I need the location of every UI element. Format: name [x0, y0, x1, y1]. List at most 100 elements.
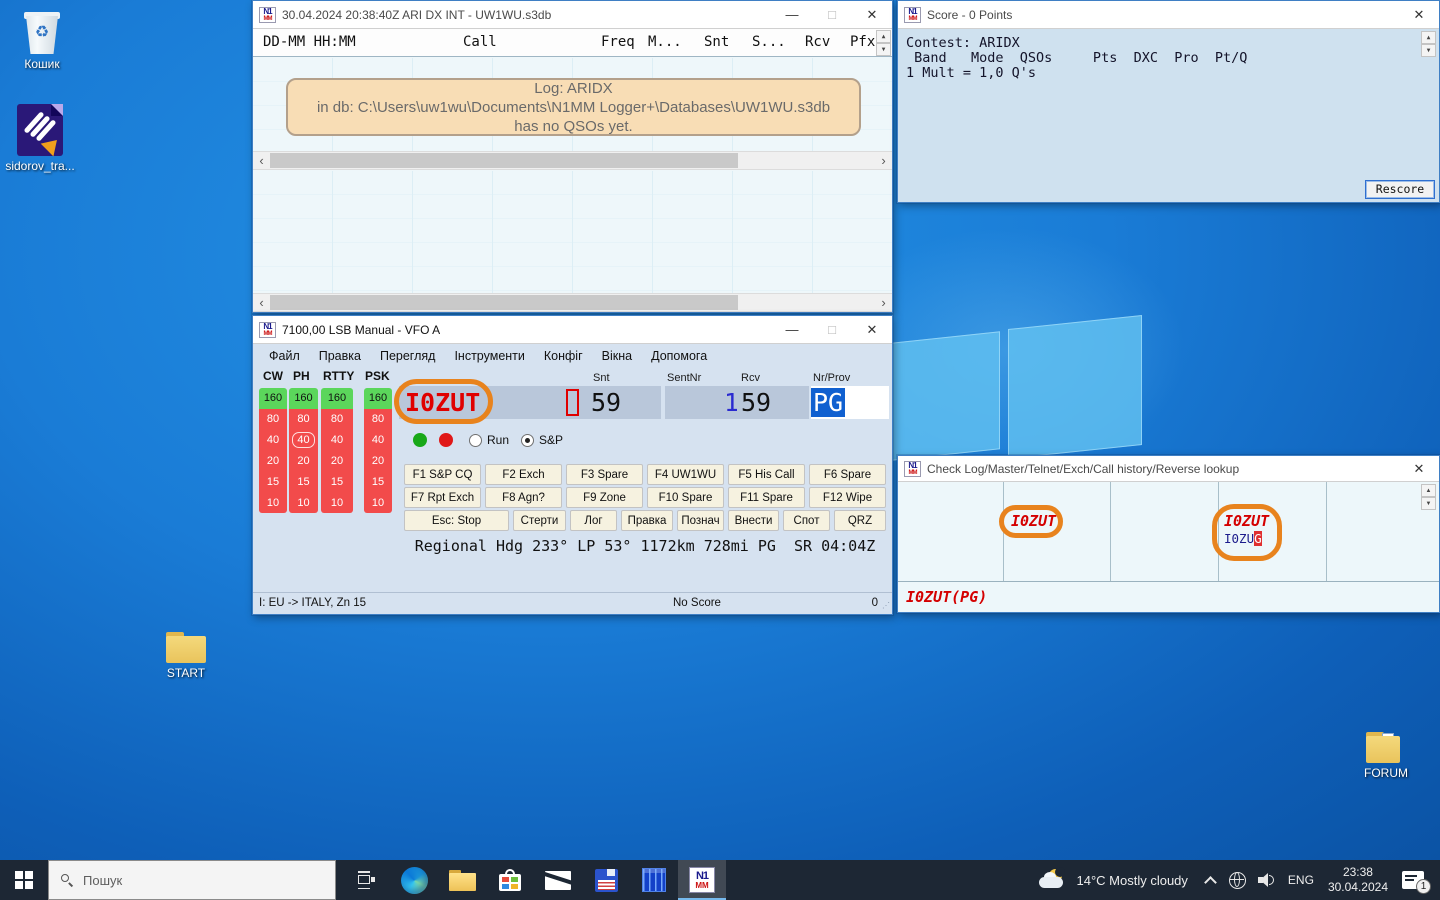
nrprov-field[interactable]: PG	[811, 386, 889, 419]
maximize-icon[interactable]: □	[812, 316, 852, 343]
store-button[interactable]: Внести	[728, 510, 779, 531]
check-spinner[interactable]: ▲▼	[1421, 484, 1436, 510]
menu-help[interactable]: Допомога	[651, 349, 707, 363]
check-call-master[interactable]: I0ZUT	[1224, 512, 1269, 530]
band-button[interactable]: 20	[289, 450, 318, 471]
notification-center[interactable]: 1	[1402, 871, 1424, 889]
check-call-log[interactable]: I0ZUT	[1011, 512, 1056, 530]
mark-button[interactable]: Познач	[677, 510, 724, 531]
scroll-left-icon[interactable]: ‹	[253, 152, 270, 169]
band-button[interactable]: 160	[364, 388, 392, 409]
taskbar-bandmap-app[interactable]	[630, 860, 678, 900]
menu-file[interactable]: Файл	[269, 349, 300, 363]
log-col[interactable]: Snt	[704, 34, 729, 50]
band-button[interactable]: 160	[321, 388, 353, 409]
score-spinner[interactable]: ▲▼	[1421, 31, 1436, 57]
log-col[interactable]: Call	[463, 34, 497, 50]
desktop-icon-forum-folder[interactable]: FORUM	[1344, 732, 1428, 780]
close-icon[interactable]: ✕	[1399, 456, 1439, 481]
band-button[interactable]: 40	[321, 430, 353, 451]
band-button[interactable]: 80	[259, 409, 287, 430]
band-button[interactable]: 15	[364, 471, 392, 492]
band-button[interactable]: 20	[364, 450, 392, 471]
taskbar-n1mm-active[interactable]: N1MM	[678, 860, 726, 900]
menu-config[interactable]: Конфіг	[544, 349, 583, 363]
log-col[interactable]: Pfx	[850, 34, 875, 50]
band-button[interactable]: 10	[364, 492, 392, 513]
score-window-titlebar[interactable]: N1MM Score - 0 Points ✕	[898, 1, 1439, 29]
resize-grip-icon[interactable]: ⋰	[882, 601, 890, 610]
f4-button[interactable]: F4 UW1WU	[647, 464, 724, 485]
log-col[interactable]: Rcv	[805, 34, 830, 50]
close-icon[interactable]: ✕	[1399, 1, 1439, 28]
minimize-icon[interactable]: —	[772, 1, 812, 28]
rescore-button[interactable]: Rescore	[1365, 180, 1435, 199]
band-button[interactable]: 40	[259, 430, 287, 451]
menu-tools[interactable]: Інструменти	[454, 349, 524, 363]
log-col[interactable]: M...	[648, 34, 682, 50]
f3-button[interactable]: F3 Spare	[566, 464, 643, 485]
f5-button[interactable]: F5 His Call	[728, 464, 805, 485]
band-button-selected[interactable]: 40	[289, 430, 318, 451]
snt-field[interactable]: 59	[587, 386, 661, 419]
band-button[interactable]: 80	[364, 409, 392, 430]
log-header-spinner[interactable]: ▲▼	[876, 30, 891, 56]
band-button[interactable]: 10	[321, 492, 353, 513]
taskbar-file-explorer[interactable]	[438, 860, 486, 900]
sentnr-field[interactable]: 1	[665, 386, 743, 419]
esc-stop-button[interactable]: Esc: Stop	[404, 510, 509, 531]
log-col[interactable]: DD-MM HH:MM	[263, 34, 356, 50]
f7-button[interactable]: F7 Rpt Exch	[404, 487, 481, 508]
spot-button[interactable]: Спот	[783, 510, 830, 531]
weather-text[interactable]: 14°C Mostly cloudy	[1077, 873, 1188, 888]
desktop-icon-start-folder[interactable]: START	[144, 632, 228, 680]
check-call-partial[interactable]: I0ZUG	[1224, 531, 1262, 546]
band-button[interactable]: 80	[321, 409, 353, 430]
band-button[interactable]: 80	[289, 409, 318, 430]
band-button[interactable]: 160	[259, 388, 287, 409]
close-icon[interactable]: ✕	[852, 1, 892, 28]
band-button[interactable]: 160	[289, 388, 318, 409]
log-hscrollbar-top[interactable]: ‹ ›	[253, 151, 892, 170]
scroll-right-icon[interactable]: ›	[875, 152, 892, 169]
f6-button[interactable]: F6 Spare	[809, 464, 886, 485]
network-globe-icon[interactable]	[1229, 872, 1246, 889]
band-button[interactable]: 15	[289, 471, 318, 492]
scroll-left-icon[interactable]: ‹	[253, 294, 270, 311]
band-button[interactable]: 40	[364, 430, 392, 451]
taskbar-edge[interactable]	[390, 860, 438, 900]
desktop-icon-sidorov-file[interactable]: sidorov_tra...	[0, 104, 82, 173]
start-button[interactable]	[0, 860, 48, 900]
f10-button[interactable]: F10 Spare	[647, 487, 724, 508]
log-col[interactable]: Freq	[601, 34, 635, 50]
scroll-thumb[interactable]	[270, 295, 738, 310]
check-window-titlebar[interactable]: N1MM Check Log/Master/Telnet/Exch/Call h…	[898, 456, 1439, 482]
task-view-button[interactable]	[342, 860, 390, 900]
taskbar-search[interactable]: Пошук	[48, 860, 336, 900]
band-button[interactable]: 20	[321, 450, 353, 471]
scroll-right-icon[interactable]: ›	[875, 294, 892, 311]
callsign-input[interactable]: I0ZUT	[399, 386, 587, 419]
sp-radio-selected[interactable]	[521, 434, 534, 447]
language-indicator[interactable]: ENG	[1288, 873, 1314, 887]
band-button[interactable]: 15	[321, 471, 353, 492]
f2-button[interactable]: F2 Exch	[485, 464, 562, 485]
band-button[interactable]: 10	[259, 492, 287, 513]
desktop-icon-recycle-bin[interactable]: ♻ Кошик	[0, 8, 84, 71]
edit-button[interactable]: Правка	[621, 510, 673, 531]
minimize-icon[interactable]: —	[772, 316, 812, 343]
menu-edit[interactable]: Правка	[319, 349, 361, 363]
band-button[interactable]: 20	[259, 450, 287, 471]
run-radio[interactable]	[469, 434, 482, 447]
log-hscrollbar-bottom[interactable]: ‹ ›	[253, 293, 892, 312]
taskbar-clock[interactable]: 23:38 30.04.2024	[1328, 865, 1388, 895]
taskbar-floppy-app[interactable]	[582, 860, 630, 900]
entry-window-titlebar[interactable]: N1MM 7100,00 LSB Manual - VFO A — □ ✕	[253, 316, 892, 344]
f8-button[interactable]: F8 Agn?	[485, 487, 562, 508]
taskbar-mail[interactable]	[534, 860, 582, 900]
f9-button[interactable]: F9 Zone	[566, 487, 643, 508]
scroll-thumb[interactable]	[270, 153, 738, 168]
qrz-button[interactable]: QRZ	[834, 510, 886, 531]
f12-button[interactable]: F12 Wipe	[809, 487, 886, 508]
log-window-titlebar[interactable]: N1MM 30.04.2024 20:38:40Z ARI DX INT - U…	[253, 1, 892, 29]
